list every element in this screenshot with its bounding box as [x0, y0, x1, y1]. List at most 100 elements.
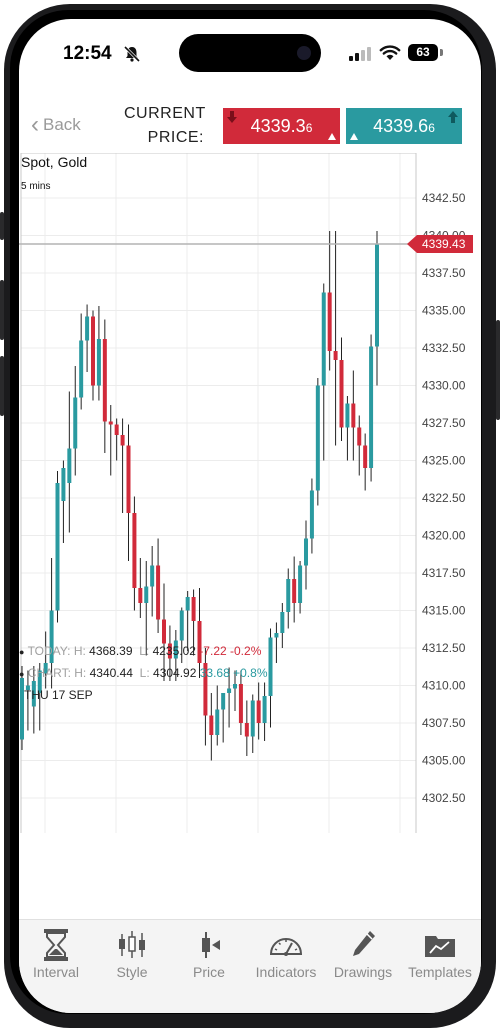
candle-body [67, 448, 72, 483]
interval-tool-button[interactable]: Interval [19, 920, 96, 980]
candle [238, 670, 243, 735]
candle-body [304, 538, 308, 566]
chart-stats: ● CHART: H: 4340.44 L: 4304.92 33.68 +0.… [19, 666, 268, 680]
candle [268, 628, 273, 728]
candle [274, 622, 279, 663]
candle [126, 424, 131, 561]
candle-body [79, 340, 84, 398]
mute-switch [0, 212, 4, 240]
style-tool-label: Style [116, 964, 148, 980]
gauge-icon [269, 938, 303, 956]
candle [91, 310, 95, 401]
y-tick-label: 4325.00 [422, 454, 466, 468]
candle-body [369, 346, 374, 468]
triangle-up-icon [350, 133, 358, 140]
templates-tool-button[interactable]: Templates [400, 920, 480, 980]
interval-tool-label: Interval [33, 964, 79, 980]
candle-body [262, 696, 267, 723]
indicators-tool-button[interactable]: Indicators [246, 920, 326, 980]
candle [256, 682, 261, 740]
current-price-tag-label: 4339.43 [422, 237, 466, 251]
candle-body [91, 316, 95, 386]
candle [67, 391, 72, 533]
style-tool-button[interactable]: Style [92, 920, 172, 980]
candle-body [345, 403, 350, 428]
candle [304, 520, 308, 590]
volume-down-button [0, 356, 4, 416]
candle [309, 478, 314, 554]
price-bar-icon [202, 932, 220, 958]
y-tick-label: 4335.00 [422, 304, 466, 318]
candle [96, 306, 101, 401]
candle-body [191, 597, 196, 621]
candle-body [162, 619, 166, 644]
candle-body [138, 588, 143, 603]
candle [144, 561, 149, 656]
today-label: TODAY: [27, 644, 71, 658]
candle [280, 603, 285, 648]
candle-body [132, 513, 137, 588]
candle-body [357, 427, 362, 446]
candle [345, 396, 350, 461]
y-tick-label: 4320.00 [422, 529, 466, 543]
chart-low: 4304.92 [153, 666, 197, 680]
candle [262, 682, 267, 741]
y-tick-label: 4315.00 [422, 604, 466, 618]
candle [79, 313, 84, 410]
status-time: 12:54 [63, 43, 112, 64]
phone-frame: 12:54 63 ‹ Back CURRENT PRICE: 4339.36 4… [0, 0, 500, 1032]
candle [321, 283, 326, 461]
candle-body [292, 579, 297, 603]
today-high: 4368.39 [89, 644, 133, 658]
buy-price-main: 4339.6 [373, 116, 429, 136]
candle-body [102, 339, 107, 422]
candle-body [126, 445, 131, 513]
date-label: THU 17 SEP [24, 688, 93, 702]
battery-indicator: 63 [408, 44, 438, 61]
y-tick-label: 4337.50 [422, 266, 466, 280]
buy-price-button[interactable]: 4339.66 [346, 108, 462, 144]
chevron-left-icon: ‹ [31, 111, 39, 138]
candle [209, 693, 214, 761]
back-label: Back [43, 115, 81, 134]
pencil-icon [353, 931, 375, 956]
bottom-toolbar: Interval Style Price Indicators Drawings… [19, 919, 481, 1013]
candle [61, 460, 66, 543]
sell-price-button[interactable]: 4339.36 [223, 108, 340, 144]
y-tick-label: 4302.50 [422, 791, 466, 805]
drawings-tool-button[interactable]: Drawings [323, 920, 403, 980]
today-change: -7.22 [199, 644, 227, 658]
candle [351, 370, 356, 461]
candle [369, 334, 374, 482]
candle [363, 433, 368, 491]
candle-body [256, 700, 261, 723]
candle-body [286, 579, 291, 612]
wifi-icon [379, 45, 401, 60]
candle-body [120, 435, 125, 446]
candle-body [73, 397, 78, 449]
candle [150, 546, 155, 617]
current-price-label-line1: CURRENT [124, 105, 206, 122]
price-chart[interactable]: 4342.504340.004337.504335.004332.504330.… [19, 153, 481, 833]
candle [102, 319, 107, 453]
candle-body [144, 586, 149, 603]
candle-body [185, 597, 190, 611]
candle-body [244, 723, 249, 737]
today-stats: ● TODAY: H: 4368.39 L: 4235.02 -7.22 -0.… [19, 644, 262, 658]
candle-body [274, 633, 279, 638]
price-tool-button[interactable]: Price [169, 920, 249, 980]
arrow-down-icon [227, 111, 237, 123]
candle-body [55, 483, 60, 611]
camera-icon [297, 46, 311, 60]
candle [73, 366, 78, 476]
candle-body [339, 360, 344, 428]
candle [120, 418, 125, 513]
today-high-label: H: [73, 644, 86, 658]
current-price-label: CURRENT PRICE: [124, 102, 206, 150]
candle-body [215, 709, 220, 735]
y-tick-label: 4310.00 [422, 679, 466, 693]
candle [286, 568, 291, 629]
back-button[interactable]: ‹ Back [31, 111, 81, 138]
candle-body [233, 684, 237, 689]
y-tick-label: 4322.50 [422, 491, 466, 505]
